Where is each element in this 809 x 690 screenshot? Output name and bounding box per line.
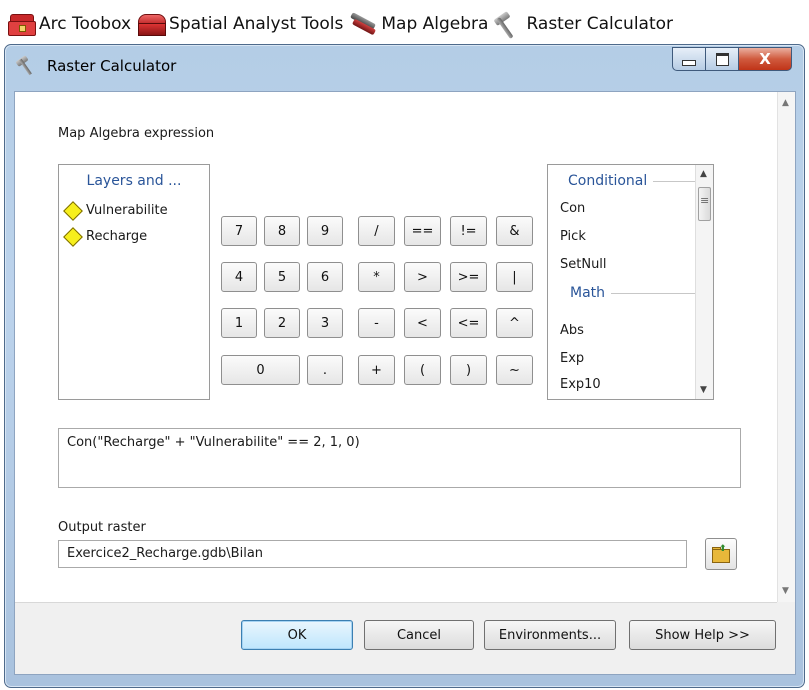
section-math: Math — [570, 285, 713, 301]
minimize-icon — [682, 60, 696, 66]
window-title: Raster Calculator — [47, 57, 177, 75]
key-5[interactable]: 5 — [264, 262, 300, 292]
layers-header: Layers and ... — [86, 173, 182, 189]
scroll-up-icon[interactable]: ▲ — [782, 98, 789, 108]
breadcrumb: Arc Toobox Spatial Analyst Tools Map Alg… — [6, 8, 678, 40]
maximize-icon — [715, 52, 729, 66]
key-plus[interactable]: + — [358, 355, 395, 385]
output-raster-label: Output raster — [58, 520, 146, 535]
key-greater[interactable]: > — [404, 262, 441, 292]
key-equal[interactable]: == — [404, 216, 441, 246]
breadcrumb-label: Raster Calculator — [526, 14, 674, 34]
raster-layer-icon — [63, 200, 83, 221]
layer-item-vulnerabilite[interactable]: Vulnerabilite — [63, 200, 168, 221]
function-setnull[interactable]: SetNull — [560, 257, 607, 272]
breadcrumb-label: Spatial Analyst Tools — [169, 14, 344, 34]
dialog-content: Map Algebra expression Layers and ... Vu… — [15, 92, 777, 603]
function-exp[interactable]: Exp — [560, 351, 584, 366]
close-button[interactable]: X — [739, 47, 792, 71]
key-4[interactable]: 4 — [221, 262, 257, 292]
function-pick[interactable]: Pick — [560, 229, 586, 244]
dialog-client-area: Map Algebra expression Layers and ... Vu… — [14, 91, 796, 675]
browse-button[interactable]: ⬆ — [705, 538, 737, 570]
expression-textbox[interactable]: Con("Recharge" + "Vulnerabilite" == 2, 1… — [58, 428, 741, 488]
toolbox-icon — [6, 12, 36, 36]
layer-label: Recharge — [86, 229, 148, 244]
maximize-button[interactable] — [706, 47, 739, 71]
functions-scrollbar[interactable]: ▲ ▼ — [695, 165, 713, 399]
title-bar[interactable]: Raster Calculator X — [5, 45, 804, 85]
key-divide[interactable]: / — [358, 216, 395, 246]
key-less[interactable]: < — [404, 308, 441, 338]
key-xor[interactable]: ^ — [496, 308, 533, 338]
key-6[interactable]: 6 — [307, 262, 343, 292]
toolbox-red-icon — [136, 12, 167, 36]
layers-list[interactable]: Layers and ... Vulnerabilite Recharge — [58, 164, 210, 400]
key-greater-equal[interactable]: >= — [450, 262, 487, 292]
section-label: Math — [570, 285, 606, 301]
key-minus[interactable]: - — [358, 308, 395, 338]
key-9[interactable]: 9 — [307, 216, 343, 246]
key-2[interactable]: 2 — [264, 308, 300, 338]
show-help-button[interactable]: Show Help >> — [629, 620, 776, 650]
tools-icon — [348, 12, 378, 36]
raster-calculator-window: Raster Calculator X Map Algebra expressi… — [4, 44, 805, 688]
hammer-icon — [493, 11, 523, 39]
function-con[interactable]: Con — [560, 201, 585, 216]
key-and[interactable]: & — [496, 216, 533, 246]
raster-layer-icon — [63, 226, 83, 247]
ok-button[interactable]: OK — [241, 620, 353, 650]
window-controls: X — [672, 47, 792, 71]
section-label: Conditional — [568, 173, 648, 189]
breadcrumb-item-raster-calculator[interactable]: Raster Calculator — [493, 11, 674, 39]
breadcrumb-item-arc-toolbox[interactable]: Arc Toobox — [6, 12, 131, 36]
scroll-down-icon[interactable]: ▼ — [700, 385, 707, 395]
key-8[interactable]: 8 — [264, 216, 300, 246]
breadcrumb-item-map-algebra[interactable]: Map Algebra — [348, 12, 488, 36]
breadcrumb-label: Arc Toobox — [39, 14, 132, 34]
key-7[interactable]: 7 — [221, 216, 257, 246]
function-exp10[interactable]: Exp10 — [560, 377, 601, 392]
scroll-up-icon[interactable]: ▲ — [700, 169, 707, 179]
key-less-equal[interactable]: <= — [450, 308, 487, 338]
functions-list[interactable]: Conditional Con Pick SetNull Math Abs Ex… — [547, 164, 714, 400]
layer-label: Vulnerabilite — [86, 203, 168, 218]
output-raster-value: Exercice2_Recharge.gdb\Bilan — [67, 546, 264, 561]
key-3[interactable]: 3 — [307, 308, 343, 338]
output-raster-input[interactable]: Exercice2_Recharge.gdb\Bilan — [58, 540, 687, 568]
function-abs[interactable]: Abs — [560, 323, 584, 338]
scroll-thumb[interactable] — [698, 187, 711, 221]
cancel-button[interactable]: Cancel — [364, 620, 474, 650]
dialog-scrollbar[interactable]: ▲ ▼ — [777, 92, 795, 602]
key-decimal[interactable]: . — [307, 355, 343, 385]
expression-text: Con("Recharge" + "Vulnerabilite" == 2, 1… — [67, 435, 360, 450]
breadcrumb-item-spatial-analyst[interactable]: Spatial Analyst Tools — [136, 12, 343, 36]
key-not[interactable]: ~ — [496, 355, 533, 385]
scroll-down-icon[interactable]: ▼ — [782, 586, 789, 596]
key-0[interactable]: 0 — [221, 355, 300, 385]
hammer-icon — [15, 55, 37, 77]
key-not-equal[interactable]: != — [450, 216, 487, 246]
key-close-paren[interactable]: ) — [450, 355, 487, 385]
breadcrumb-label: Map Algebra — [381, 14, 489, 34]
key-multiply[interactable]: * — [358, 262, 395, 292]
minimize-button[interactable] — [672, 47, 706, 71]
section-conditional: Conditional — [568, 173, 713, 189]
environments-button[interactable]: Environments... — [484, 620, 616, 650]
close-icon: X — [759, 50, 771, 68]
key-or[interactable]: | — [496, 262, 533, 292]
layer-item-recharge[interactable]: Recharge — [63, 226, 148, 247]
key-1[interactable]: 1 — [221, 308, 257, 338]
open-folder-icon: ⬆ — [712, 544, 730, 563]
key-open-paren[interactable]: ( — [404, 355, 441, 385]
expression-label: Map Algebra expression — [58, 126, 215, 141]
